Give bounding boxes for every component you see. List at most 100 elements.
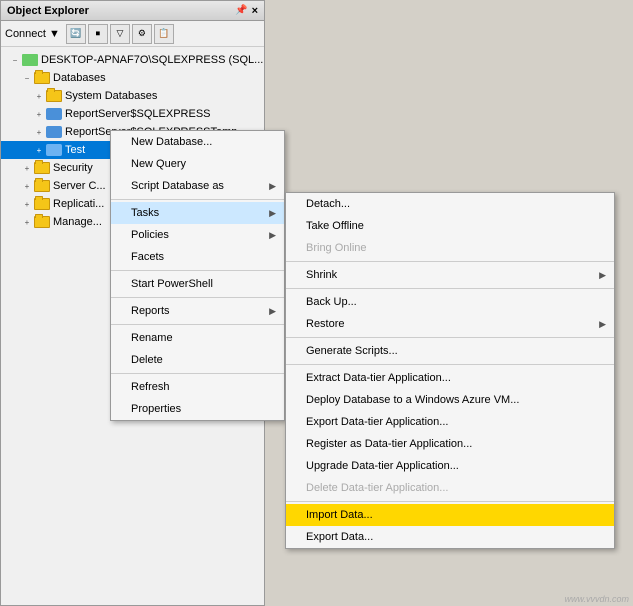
expand-icon-security: + <box>21 162 33 174</box>
tasks-deploy-azure[interactable]: Deploy Database to a Windows Azure VM... <box>286 389 614 411</box>
expand-icon-server: − <box>9 54 21 66</box>
tasks-generate-scripts[interactable]: Generate Scripts... <box>286 340 614 362</box>
menu-rename[interactable]: Rename <box>111 327 284 349</box>
tasks-delete-datatier-label: Delete Data-tier Application... <box>306 482 448 494</box>
report-server-label: ReportServer$SQLEXPRESS <box>65 108 211 120</box>
tasks-detach[interactable]: Detach... <box>286 193 614 215</box>
menu-policies[interactable]: Policies ▶ <box>111 224 284 246</box>
panel-title-bar: Object Explorer 📌 × <box>1 1 264 21</box>
menu-start-powershell-label: Start PowerShell <box>131 278 213 290</box>
panel-close-button[interactable]: × <box>252 5 258 17</box>
tasks-sep-5 <box>286 501 614 502</box>
menu-script-database-label: Script Database as <box>131 180 224 192</box>
tasks-sep-1 <box>286 261 614 262</box>
tasks-detach-label: Detach... <box>306 198 350 210</box>
panel-title-text: Object Explorer <box>7 5 89 17</box>
policies-arrow: ▶ <box>269 230 276 241</box>
test-db-label: Test <box>65 144 85 156</box>
tasks-upgrade-datatier-label: Upgrade Data-tier Application... <box>306 460 459 472</box>
tasks-import-data-label: Import Data... <box>306 509 373 521</box>
tasks-export-datatier[interactable]: Export Data-tier Application... <box>286 411 614 433</box>
server-label: DESKTOP-APNAF7O\SQLEXPRESS (SQL... <box>41 54 263 66</box>
menu-new-query[interactable]: New Query <box>111 153 284 175</box>
menu-rename-label: Rename <box>131 332 173 344</box>
menu-start-powershell[interactable]: Start PowerShell <box>111 273 284 295</box>
restore-arrow: ▶ <box>599 319 606 330</box>
tasks-submenu: Detach... Take Offline Bring Online Shri… <box>285 192 615 549</box>
tasks-generate-scripts-label: Generate Scripts... <box>306 345 398 357</box>
menu-refresh[interactable]: Refresh <box>111 376 284 398</box>
folder-icon-databases <box>34 72 50 84</box>
reports-arrow: ▶ <box>269 306 276 317</box>
tasks-backup-label: Back Up... <box>306 296 357 308</box>
connect-button[interactable]: Connect ▼ <box>5 28 60 40</box>
menu-new-query-label: New Query <box>131 158 186 170</box>
tasks-extract-datatier-label: Extract Data-tier Application... <box>306 372 451 384</box>
toolbar-btn-filter[interactable]: ▽ <box>110 24 130 44</box>
tasks-take-offline-label: Take Offline <box>306 220 364 232</box>
tasks-restore[interactable]: Restore ▶ <box>286 313 614 335</box>
tasks-shrink-label: Shrink <box>306 269 337 281</box>
menu-delete-label: Delete <box>131 354 163 366</box>
tasks-bring-online-label: Bring Online <box>306 242 367 254</box>
tasks-register-datatier-label: Register as Data-tier Application... <box>306 438 472 450</box>
tree-server-node[interactable]: − DESKTOP-APNAF7O\SQLEXPRESS (SQL... <box>1 51 264 69</box>
menu-new-database[interactable]: New Database... <box>111 131 284 153</box>
watermark: www.vvvdn.com <box>564 594 629 604</box>
menu-new-database-label: New Database... <box>131 136 212 148</box>
tasks-shrink[interactable]: Shrink ▶ <box>286 264 614 286</box>
menu-delete[interactable]: Delete <box>111 349 284 371</box>
expand-icon-replication: + <box>21 198 33 210</box>
menu-tasks[interactable]: Tasks ▶ <box>111 202 284 224</box>
folder-icon-management <box>34 216 50 228</box>
server-icon <box>22 54 38 66</box>
tasks-extract-datatier[interactable]: Extract Data-tier Application... <box>286 367 614 389</box>
tree-system-databases[interactable]: + System Databases <box>1 87 264 105</box>
toolbar-btn-2[interactable]: ⏹ <box>88 24 108 44</box>
tasks-sep-2 <box>286 288 614 289</box>
tasks-export-datatier-label: Export Data-tier Application... <box>306 416 448 428</box>
tasks-bring-online: Bring Online <box>286 237 614 259</box>
tree-databases-node[interactable]: − Databases <box>1 69 264 87</box>
menu-facets-label: Facets <box>131 251 164 263</box>
toolbar: Connect ▼ 🔄 ⏹ ▽ ⚙ 📋 <box>1 21 264 47</box>
separator-3 <box>111 297 284 298</box>
menu-refresh-label: Refresh <box>131 381 170 393</box>
tree-report-server[interactable]: + ReportServer$SQLEXPRESS <box>1 105 264 123</box>
menu-policies-label: Policies <box>131 229 169 241</box>
tasks-upgrade-datatier[interactable]: Upgrade Data-tier Application... <box>286 455 614 477</box>
db-icon-report-temp <box>46 126 62 138</box>
replication-label: Replicati... <box>53 198 104 210</box>
menu-reports[interactable]: Reports ▶ <box>111 300 284 322</box>
separator-2 <box>111 270 284 271</box>
tasks-import-data[interactable]: Import Data... <box>286 504 614 526</box>
menu-script-database[interactable]: Script Database as ▶ <box>111 175 284 197</box>
toolbar-btn-3[interactable]: ⚙ <box>132 24 152 44</box>
expand-icon-management: + <box>21 216 33 228</box>
folder-icon-server-c <box>34 180 50 192</box>
separator-1 <box>111 199 284 200</box>
tasks-sep-4 <box>286 364 614 365</box>
tasks-backup[interactable]: Back Up... <box>286 291 614 313</box>
tasks-export-data[interactable]: Export Data... <box>286 526 614 548</box>
folder-icon-replication <box>34 198 50 210</box>
shrink-arrow: ▶ <box>599 270 606 281</box>
tasks-arrow: ▶ <box>269 208 276 219</box>
tasks-take-offline[interactable]: Take Offline <box>286 215 614 237</box>
expand-icon-test: + <box>33 144 45 156</box>
server-c-label: Server C... <box>53 180 106 192</box>
menu-facets[interactable]: Facets <box>111 246 284 268</box>
tasks-register-datatier[interactable]: Register as Data-tier Application... <box>286 433 614 455</box>
tasks-sep-3 <box>286 337 614 338</box>
db-icon-test <box>46 144 62 156</box>
separator-4 <box>111 324 284 325</box>
menu-properties[interactable]: Properties <box>111 398 284 420</box>
toolbar-btn-1[interactable]: 🔄 <box>66 24 86 44</box>
expand-icon-databases: − <box>21 72 33 84</box>
security-label: Security <box>53 162 93 174</box>
panel-pin-button[interactable]: 📌 <box>235 5 247 17</box>
folder-icon-system-db <box>46 90 62 102</box>
tasks-delete-datatier: Delete Data-tier Application... <box>286 477 614 499</box>
context-menu: New Database... New Query Script Databas… <box>110 130 285 421</box>
toolbar-btn-4[interactable]: 📋 <box>154 24 174 44</box>
